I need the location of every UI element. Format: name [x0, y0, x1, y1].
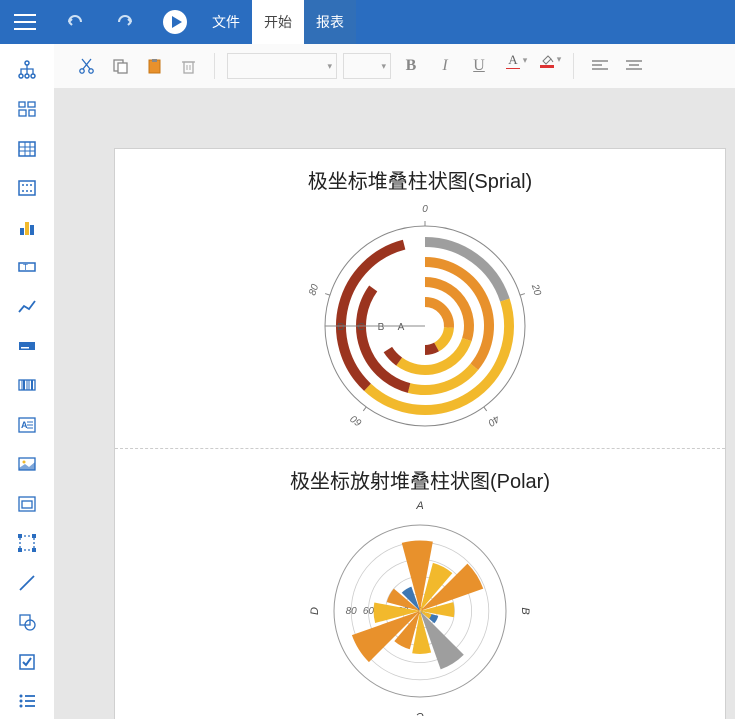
cut-button[interactable]: [72, 52, 100, 80]
svg-text:C: C: [416, 710, 424, 716]
sidebar-hierarchy[interactable]: [9, 52, 45, 87]
sidebar-container[interactable]: [9, 486, 45, 521]
redo-button[interactable]: [100, 0, 150, 44]
svg-text:80: 80: [307, 283, 321, 297]
svg-text:C: C: [357, 322, 364, 333]
bg-color-button[interactable]: ▾: [533, 52, 561, 80]
sidebar: T A: [0, 44, 55, 719]
copy-button[interactable]: [106, 52, 134, 80]
font-size-select[interactable]: ▾: [343, 53, 391, 79]
sidebar-richtext[interactable]: A: [9, 407, 45, 442]
chevron-down-icon: ▾: [327, 61, 332, 72]
svg-text:A: A: [415, 500, 423, 512]
sidebar-caption[interactable]: [9, 328, 45, 363]
delete-button[interactable]: [174, 52, 202, 80]
separator: [573, 53, 574, 79]
svg-text:D: D: [337, 322, 344, 333]
svg-text:T: T: [23, 263, 28, 272]
tab-report[interactable]: 报表: [304, 0, 356, 44]
sidebar-line-chart[interactable]: [9, 289, 45, 324]
svg-text:0: 0: [422, 204, 428, 215]
sidebar-chart-bar[interactable]: [9, 210, 45, 245]
toolbar: ▾ ▾ B I U A▾ ▾: [54, 44, 735, 89]
chart-spiral-title: 极坐标堆叠柱状图(Sprial): [129, 165, 711, 194]
svg-text:A: A: [21, 420, 28, 430]
design-canvas[interactable]: 极坐标堆叠柱状图(Sprial) 0 20 40 60 80 A B C D 极坐标放射堆叠柱状…: [54, 88, 735, 719]
bold-button[interactable]: B: [397, 52, 425, 80]
sidebar-barcode[interactable]: [9, 368, 45, 403]
undo-button[interactable]: [50, 0, 100, 44]
sidebar-textbox[interactable]: T: [9, 249, 45, 284]
sidebar-list[interactable]: [9, 684, 45, 719]
report-page[interactable]: 极坐标堆叠柱状图(Sprial) 0 20 40 60 80 A B C D 极坐标放射堆叠柱状…: [114, 148, 726, 719]
chart-polar-cell[interactable]: 极坐标放射堆叠柱状图(Polar) 020406080ABCD: [115, 449, 725, 719]
svg-text:80: 80: [346, 606, 358, 617]
font-color-button[interactable]: A▾: [499, 52, 527, 80]
chevron-down-icon: ▾: [381, 61, 386, 72]
svg-text:A: A: [398, 322, 405, 333]
underline-button[interactable]: U: [465, 52, 493, 80]
svg-text:B: B: [378, 322, 385, 333]
play-button[interactable]: [150, 0, 200, 44]
sidebar-matrix[interactable]: [9, 91, 45, 126]
chart-spiral-cell[interactable]: 极坐标堆叠柱状图(Sprial) 0 20 40 60 80 A B C D: [115, 149, 725, 449]
chart-spiral: 0 20 40 60 80 A B C D: [270, 196, 570, 436]
sidebar-line[interactable]: [9, 565, 45, 600]
align-center-button[interactable]: [620, 52, 648, 80]
separator: [214, 53, 215, 79]
tab-start[interactable]: 开始: [252, 0, 304, 44]
chart-polar-title: 极坐标放射堆叠柱状图(Polar): [129, 465, 711, 494]
svg-text:60: 60: [363, 606, 375, 617]
svg-text:20: 20: [529, 282, 543, 297]
svg-text:B: B: [519, 607, 531, 614]
chart-polar: 020406080ABCD: [270, 496, 570, 716]
sidebar-grid-dots[interactable]: [9, 170, 45, 205]
sidebar-checkbox[interactable]: [9, 644, 45, 679]
paste-button[interactable]: [140, 52, 168, 80]
sidebar-image[interactable]: [9, 447, 45, 482]
svg-text:60: 60: [348, 412, 364, 428]
hamburger-menu[interactable]: [0, 0, 50, 44]
sidebar-table[interactable]: [9, 131, 45, 166]
sidebar-selection[interactable]: [9, 526, 45, 561]
sidebar-shape[interactable]: [9, 605, 45, 640]
tab-file[interactable]: 文件: [200, 0, 252, 44]
svg-text:40: 40: [485, 413, 501, 429]
font-family-select[interactable]: ▾: [227, 53, 337, 79]
topbar: 文件 开始 报表: [0, 0, 735, 44]
align-left-button[interactable]: [586, 52, 614, 80]
svg-text:D: D: [309, 607, 321, 615]
italic-button[interactable]: I: [431, 52, 459, 80]
